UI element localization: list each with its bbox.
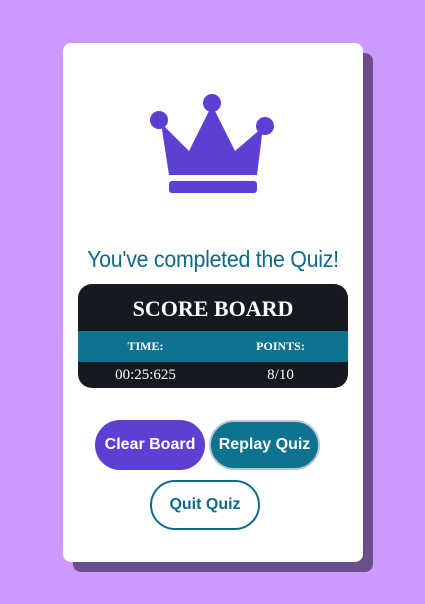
crown-icon (150, 94, 274, 193)
score-board-header-row: TIME: POINTS: (78, 331, 348, 362)
score-board-title: SCORE BOARD (132, 296, 294, 321)
score-board: SCORE BOARD TIME: POINTS: 00:25:625 8/10 (78, 284, 348, 388)
score-board-values-row: 00:25:625 8/10 (78, 362, 348, 388)
quit-quiz-button[interactable]: Quit Quiz (150, 480, 260, 530)
points-value: 8/10 (267, 366, 294, 383)
completion-heading: You've completed the Quiz! (87, 246, 339, 272)
time-label: TIME: (127, 339, 164, 353)
quiz-complete-card: You've completed the Quiz! SCORE BOARD T… (63, 43, 363, 562)
clear-board-button[interactable]: Clear Board (95, 420, 205, 470)
points-label: POINTS: (256, 339, 305, 353)
time-value: 00:25:625 (115, 366, 176, 383)
replay-quiz-button[interactable]: Replay Quiz (209, 420, 320, 470)
